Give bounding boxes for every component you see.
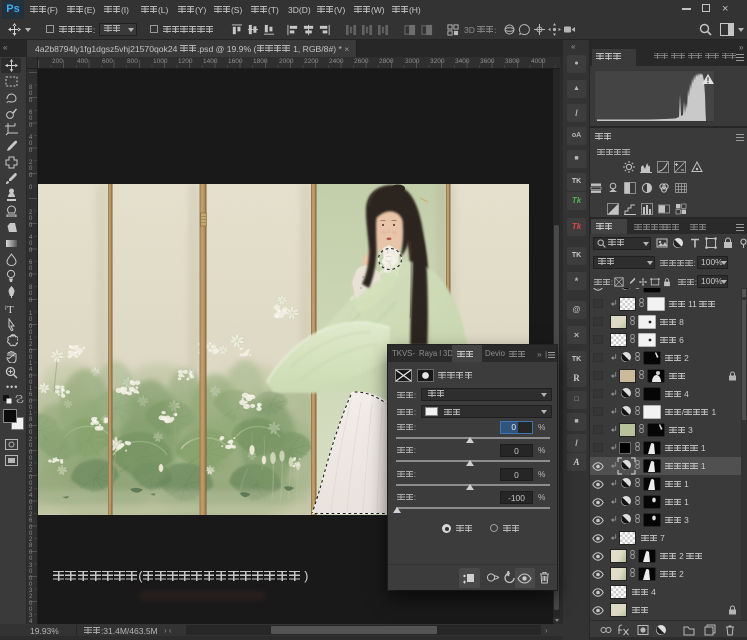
- svg-text:T: T: [7, 304, 14, 315]
